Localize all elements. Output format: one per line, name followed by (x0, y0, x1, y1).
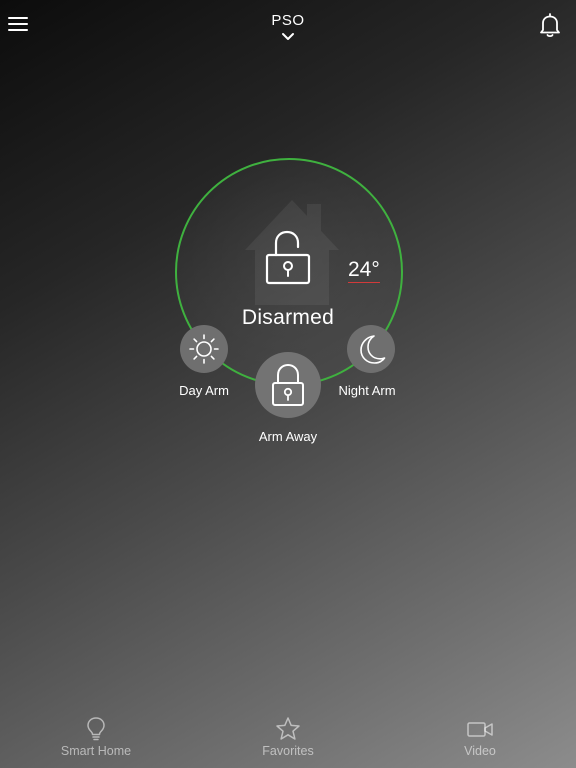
sun-icon (189, 334, 219, 364)
star-icon (276, 717, 300, 740)
location-selector[interactable]: PSO (238, 10, 338, 52)
unlocked-padlock-icon (265, 230, 311, 285)
hamburger-menu-icon[interactable] (7, 12, 29, 34)
day-arm-button[interactable] (180, 325, 228, 373)
bottom-navigation: Smart Home Favorites Video (0, 706, 576, 768)
temperature-value: 24° (348, 258, 380, 283)
arm-away-button[interactable] (255, 352, 321, 418)
arm-away-label[interactable]: Arm Away (238, 429, 338, 444)
night-arm-button[interactable] (347, 325, 395, 373)
location-title: PSO (271, 12, 305, 29)
moon-icon (360, 335, 386, 364)
day-arm-label[interactable]: Day Arm (164, 383, 244, 398)
lightbulb-icon (87, 717, 105, 741)
video-camera-icon (467, 722, 493, 737)
nav-favorites[interactable]: Favorites (228, 706, 348, 766)
security-status-label: Disarmed (241, 306, 335, 329)
nav-smart-home[interactable]: Smart Home (36, 706, 156, 766)
nav-video-label: Video (464, 744, 496, 758)
nav-smart-home-label: Smart Home (60, 744, 132, 758)
bell-icon[interactable] (537, 11, 563, 39)
temperature-readout[interactable]: 24° (348, 258, 380, 283)
nav-favorites-label: Favorites (262, 744, 314, 758)
lock-icon (272, 363, 304, 406)
night-arm-label[interactable]: Night Arm (327, 383, 407, 398)
chevron-down-icon (282, 33, 294, 40)
nav-video[interactable]: Video (420, 706, 540, 766)
top-bar: PSO (0, 0, 576, 56)
